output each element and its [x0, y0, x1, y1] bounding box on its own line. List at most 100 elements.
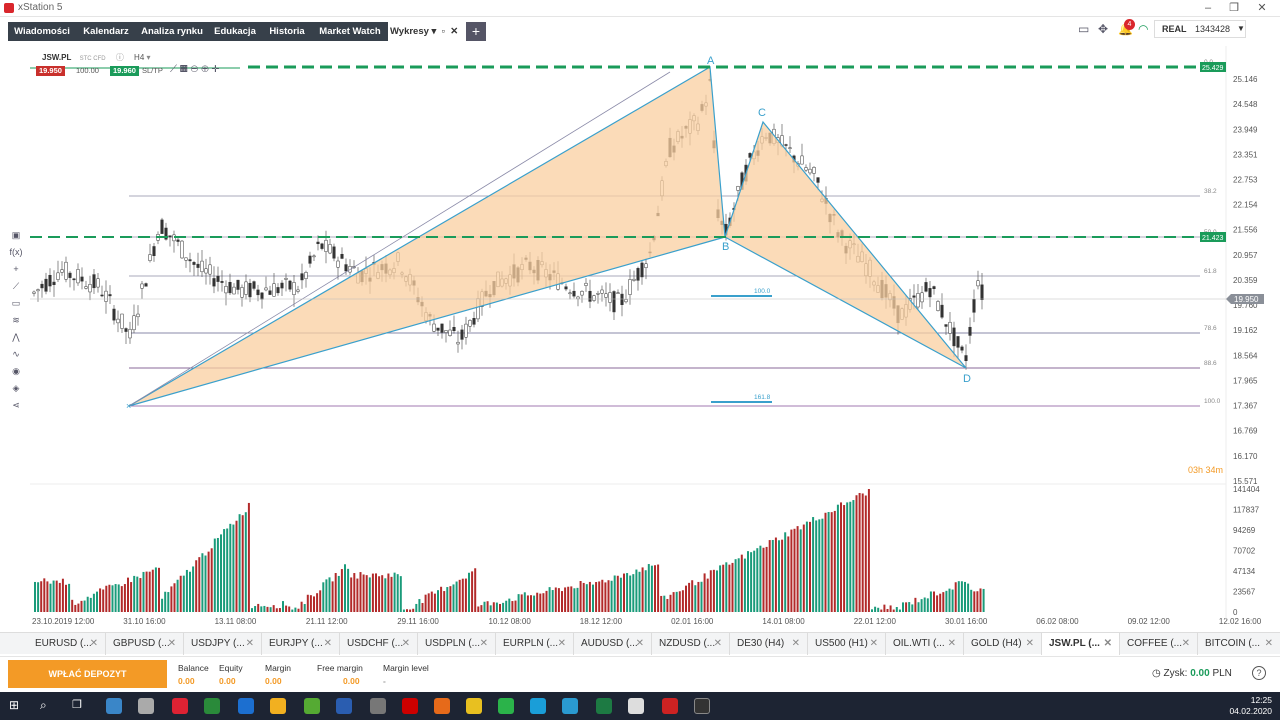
tab-instrument[interactable]: EURUSD (... ✕: [28, 633, 106, 655]
tab-instrument[interactable]: EURPLN (... ✕: [496, 633, 574, 655]
close-icon[interactable]: ✕: [714, 633, 722, 654]
xstation-icon[interactable]: [662, 698, 678, 714]
eye-icon[interactable]: ◉: [9, 366, 23, 383]
close-icon[interactable]: ✕: [792, 633, 800, 654]
skype-icon[interactable]: [530, 698, 546, 714]
tab-instrument[interactable]: AUDUSD (... ✕: [574, 633, 652, 655]
tab-instrument[interactable]: DE30 (H4) ✕: [730, 633, 808, 655]
windows-start-icon[interactable]: ⊞: [9, 698, 25, 714]
sell-button[interactable]: 19.950: [36, 66, 65, 76]
app-icon[interactable]: [204, 698, 220, 714]
layout-icon[interactable]: ▭: [1078, 22, 1089, 36]
close-icon[interactable]: ✕: [168, 633, 176, 654]
nav-kalendarz[interactable]: Kalendarz: [76, 22, 136, 41]
line-icon[interactable]: ⟋: [9, 281, 23, 298]
task-view-icon[interactable]: ❐: [72, 698, 88, 714]
account-selector[interactable]: REAL 1343428 ▼: [1154, 20, 1246, 38]
panel-icon[interactable]: ▣: [9, 230, 23, 247]
close-icon[interactable]: ✕: [480, 633, 488, 654]
app-icon[interactable]: [304, 698, 320, 714]
tab-instrument[interactable]: OIL.WTI (... ✕: [886, 633, 964, 655]
close-icon[interactable]: ✕: [1182, 633, 1190, 654]
volume-input[interactable]: 100.00: [76, 66, 99, 75]
chevron-down-icon: ▾: [146, 53, 151, 62]
minimize-icon[interactable]: –: [1194, 0, 1222, 16]
crosshair-icon[interactable]: +: [9, 264, 23, 281]
excel-icon[interactable]: [596, 698, 612, 714]
mail-icon[interactable]: [138, 698, 154, 714]
pattern-icon[interactable]: ⋀: [9, 332, 23, 349]
buy-button[interactable]: 19.960: [110, 66, 139, 76]
candle-body: [180, 240, 184, 259]
price-axis-label: 25.146: [1233, 75, 1258, 84]
interval-selector[interactable]: H4: [134, 53, 144, 62]
nav-analiza-rynku[interactable]: Analiza rynku: [136, 22, 208, 41]
firefox-icon[interactable]: [434, 698, 450, 714]
tab-instrument[interactable]: NZDUSD (... ✕: [652, 633, 730, 655]
close-icon[interactable]: ✕: [402, 633, 410, 654]
close-icon[interactable]: ✕: [636, 633, 644, 654]
nav-wykresy[interactable]: Wykresy ▾ ▫ ✕: [388, 22, 474, 41]
tab-instrument[interactable]: US500 (H1) ✕: [808, 633, 886, 655]
app-icon[interactable]: [370, 698, 386, 714]
rectangle-icon[interactable]: ▭: [9, 298, 23, 315]
tab-instrument[interactable]: USDJPY (... ✕: [184, 633, 262, 655]
chart-tools[interactable]: ⟋ ▦ ⊖ ⊕ ✛: [170, 64, 219, 75]
layers-icon[interactable]: ◈: [9, 383, 23, 400]
add-tab-button[interactable]: +: [466, 22, 486, 41]
whatsapp-icon[interactable]: [498, 698, 514, 714]
info-icon[interactable]: ⓘ: [116, 53, 124, 62]
volume-bar: [375, 573, 377, 612]
fibonacci-icon[interactable]: ≋: [9, 315, 23, 332]
search-icon[interactable]: ⌕: [40, 698, 56, 714]
volume-bar: [514, 600, 517, 612]
close-icon[interactable]: ✕: [558, 633, 566, 654]
deposit-button[interactable]: WPŁAĆ DEPOZYT: [8, 660, 167, 688]
tab-instrument[interactable]: COFFEE (... ✕: [1120, 633, 1198, 655]
close-icon[interactable]: ✕: [246, 633, 254, 654]
store-icon[interactable]: [106, 698, 122, 714]
chrome-icon[interactable]: [466, 698, 482, 714]
nav-wiadomosci[interactable]: Wiadomości: [8, 22, 76, 41]
close-icon[interactable]: ✕: [1104, 633, 1112, 654]
tab-instrument[interactable]: GBPUSD (... ✕: [106, 633, 184, 655]
tab-instrument[interactable]: GOLD (H4) ✕: [964, 633, 1042, 655]
chevron-down-icon: ▼: [1237, 24, 1245, 33]
share-icon[interactable]: ⋖: [9, 400, 23, 417]
tab-instrument[interactable]: EURJPY (... ✕: [262, 633, 340, 655]
nav-market-watch[interactable]: Market Watch: [312, 22, 388, 41]
edge-icon[interactable]: [238, 698, 254, 714]
close-icon[interactable]: ✕: [948, 633, 956, 654]
close-icon[interactable]: ✕: [324, 633, 332, 654]
tab-instrument[interactable]: BITCOIN (... ✕: [1198, 633, 1280, 655]
opera-icon[interactable]: [402, 698, 418, 714]
volume-bar: [530, 595, 532, 612]
nav-historia[interactable]: Historia: [262, 22, 312, 41]
sltp-button[interactable]: SL/TP: [142, 66, 163, 75]
app-icon[interactable]: [172, 698, 188, 714]
close-icon[interactable]: ✕: [1026, 633, 1034, 654]
tab-instrument[interactable]: USDCHF (... ✕: [340, 633, 418, 655]
tab-instrument[interactable]: USDPLN (... ✕: [418, 633, 496, 655]
function-icon[interactable]: f(x): [9, 247, 23, 264]
folder-icon[interactable]: [270, 698, 286, 714]
chart-area[interactable]: 25.146 24.548 23.949 23.351 22.753 22.154 21.5…: [0, 46, 1280, 628]
move-icon[interactable]: ✥: [1098, 22, 1108, 36]
close-icon[interactable]: ✕: [1265, 633, 1273, 654]
volume-bar: [167, 592, 170, 612]
app-icon[interactable]: [336, 698, 352, 714]
telegram-icon[interactable]: [562, 698, 578, 714]
wave-icon[interactable]: ∿: [9, 349, 23, 366]
symbol-name[interactable]: JSW.PL: [42, 53, 71, 62]
chart-svg[interactable]: 25.146 24.548 23.949 23.351 22.753 22.154 21.5…: [0, 46, 1280, 628]
app-icon[interactable]: [628, 698, 644, 714]
close-icon[interactable]: ✕: [870, 633, 878, 654]
close-icon[interactable]: ✕: [1248, 0, 1276, 16]
help-icon[interactable]: ?: [1252, 666, 1266, 680]
nav-edukacja[interactable]: Edukacja: [208, 22, 262, 41]
app-icon[interactable]: [694, 698, 710, 714]
maximize-icon[interactable]: ❐: [1220, 0, 1248, 16]
tab-instrument-active[interactable]: JSW.PL (... ✕: [1042, 633, 1120, 655]
close-icon[interactable]: ✕: [90, 633, 98, 654]
tab-label: EURPLN (...: [503, 638, 559, 649]
